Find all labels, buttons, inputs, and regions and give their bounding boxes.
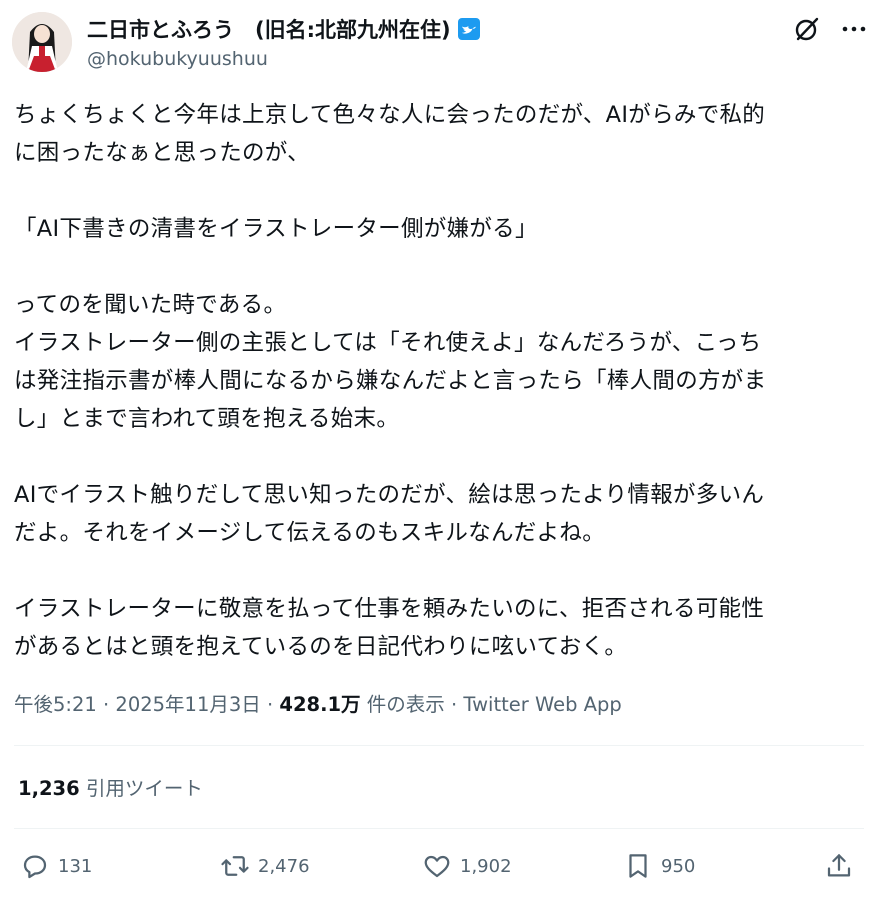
- views-label: 件の表示: [366, 693, 445, 716]
- tweet-line: し」とまで言われて頭を抱える始末。: [14, 406, 400, 432]
- tweet-line: だよ。それをイメージして伝えるのもスキルなんだよね。: [14, 520, 606, 546]
- tweet-line: は発注指示書が棒人間になるから嫌なんだよと言ったら「棒人間の方がま: [14, 368, 767, 394]
- tweet-meta: 午後5:21 · 2025年11月3日 · 428.1万 件の表示 · Twit…: [14, 688, 622, 717]
- divider: [14, 745, 864, 746]
- quote-count: 1,236: [18, 777, 80, 800]
- tweet-line: [14, 172, 870, 210]
- like-button[interactable]: 1,902: [422, 846, 512, 886]
- like-count: 1,902: [460, 855, 512, 877]
- tweet-line: [14, 438, 870, 476]
- tweet-line: イラストレーター側の主張としては「それ使えよ」なんだろうが、こっち: [14, 330, 762, 356]
- views-count: 428.1万: [279, 693, 361, 716]
- verified-badge-icon: [457, 17, 481, 41]
- action-bar: 131 2,476 1,902 950: [0, 846, 880, 886]
- heart-icon: [424, 855, 450, 878]
- tweet-header: 二日市とふろう (旧名:北部九州在住) @hokubukyuushuu: [12, 10, 868, 74]
- share-button[interactable]: [824, 846, 862, 886]
- retweet-count: 2,476: [258, 855, 310, 877]
- tweet-line: 「AI下書きの清書をイラストレーター側が嫌がる」: [14, 216, 538, 242]
- tweet-line: AIでイラスト触りだして思い知ったのだが、絵は思ったより情報が多いん: [14, 482, 765, 508]
- retweet-button[interactable]: 2,476: [220, 846, 310, 886]
- quote-tweets-link[interactable]: 1,236 引用ツイート: [18, 772, 203, 801]
- tweet-line: [14, 248, 870, 286]
- tweet-line: があるとはと頭を抱えているのを日記代わりに呟いておく。: [14, 634, 628, 660]
- share-icon: [827, 854, 851, 877]
- retweet-icon: [221, 856, 249, 876]
- reply-count: 131: [58, 855, 93, 877]
- tweet-text: ちょくちょくと今年は上京して色々な人に会ったのだが、AIがらみで私的 に困ったな…: [14, 96, 870, 666]
- reply-icon: [23, 855, 47, 879]
- more-options-icon[interactable]: [840, 16, 868, 42]
- separator: ·: [96, 693, 116, 716]
- tweet-source[interactable]: Twitter Web App: [463, 693, 621, 716]
- quote-label: 引用ツイート: [85, 777, 203, 800]
- reply-button[interactable]: 131: [20, 846, 92, 886]
- tweet-line: イラストレーターに敬意を払って仕事を頼みたいのに、拒否される可能性: [14, 596, 765, 622]
- tweet-line: [14, 552, 870, 590]
- display-name-row[interactable]: 二日市とふろう (旧名:北部九州在住): [87, 14, 481, 44]
- tweet-date[interactable]: 2025年11月3日: [115, 693, 260, 716]
- grok-icon[interactable]: [794, 16, 820, 42]
- display-name[interactable]: 二日市とふろう (旧名:北部九州在住): [87, 14, 451, 44]
- separator: ·: [444, 693, 464, 716]
- bookmark-icon: [629, 854, 647, 878]
- bookmark-count: 950: [661, 855, 696, 877]
- avatar[interactable]: [12, 12, 72, 72]
- divider: [14, 828, 864, 829]
- separator: ·: [260, 693, 280, 716]
- user-handle[interactable]: @hokubukyuushuu: [87, 48, 268, 70]
- tweet-line: に困ったなぁと思ったのが、: [14, 140, 310, 166]
- tweet-line: ってのを聞いた時である。: [14, 292, 287, 318]
- bookmark-button[interactable]: 950: [623, 846, 695, 886]
- tweet-time[interactable]: 午後5:21: [14, 693, 97, 716]
- tweet-line: ちょくちょくと今年は上京して色々な人に会ったのだが、AIがらみで私的: [14, 102, 766, 128]
